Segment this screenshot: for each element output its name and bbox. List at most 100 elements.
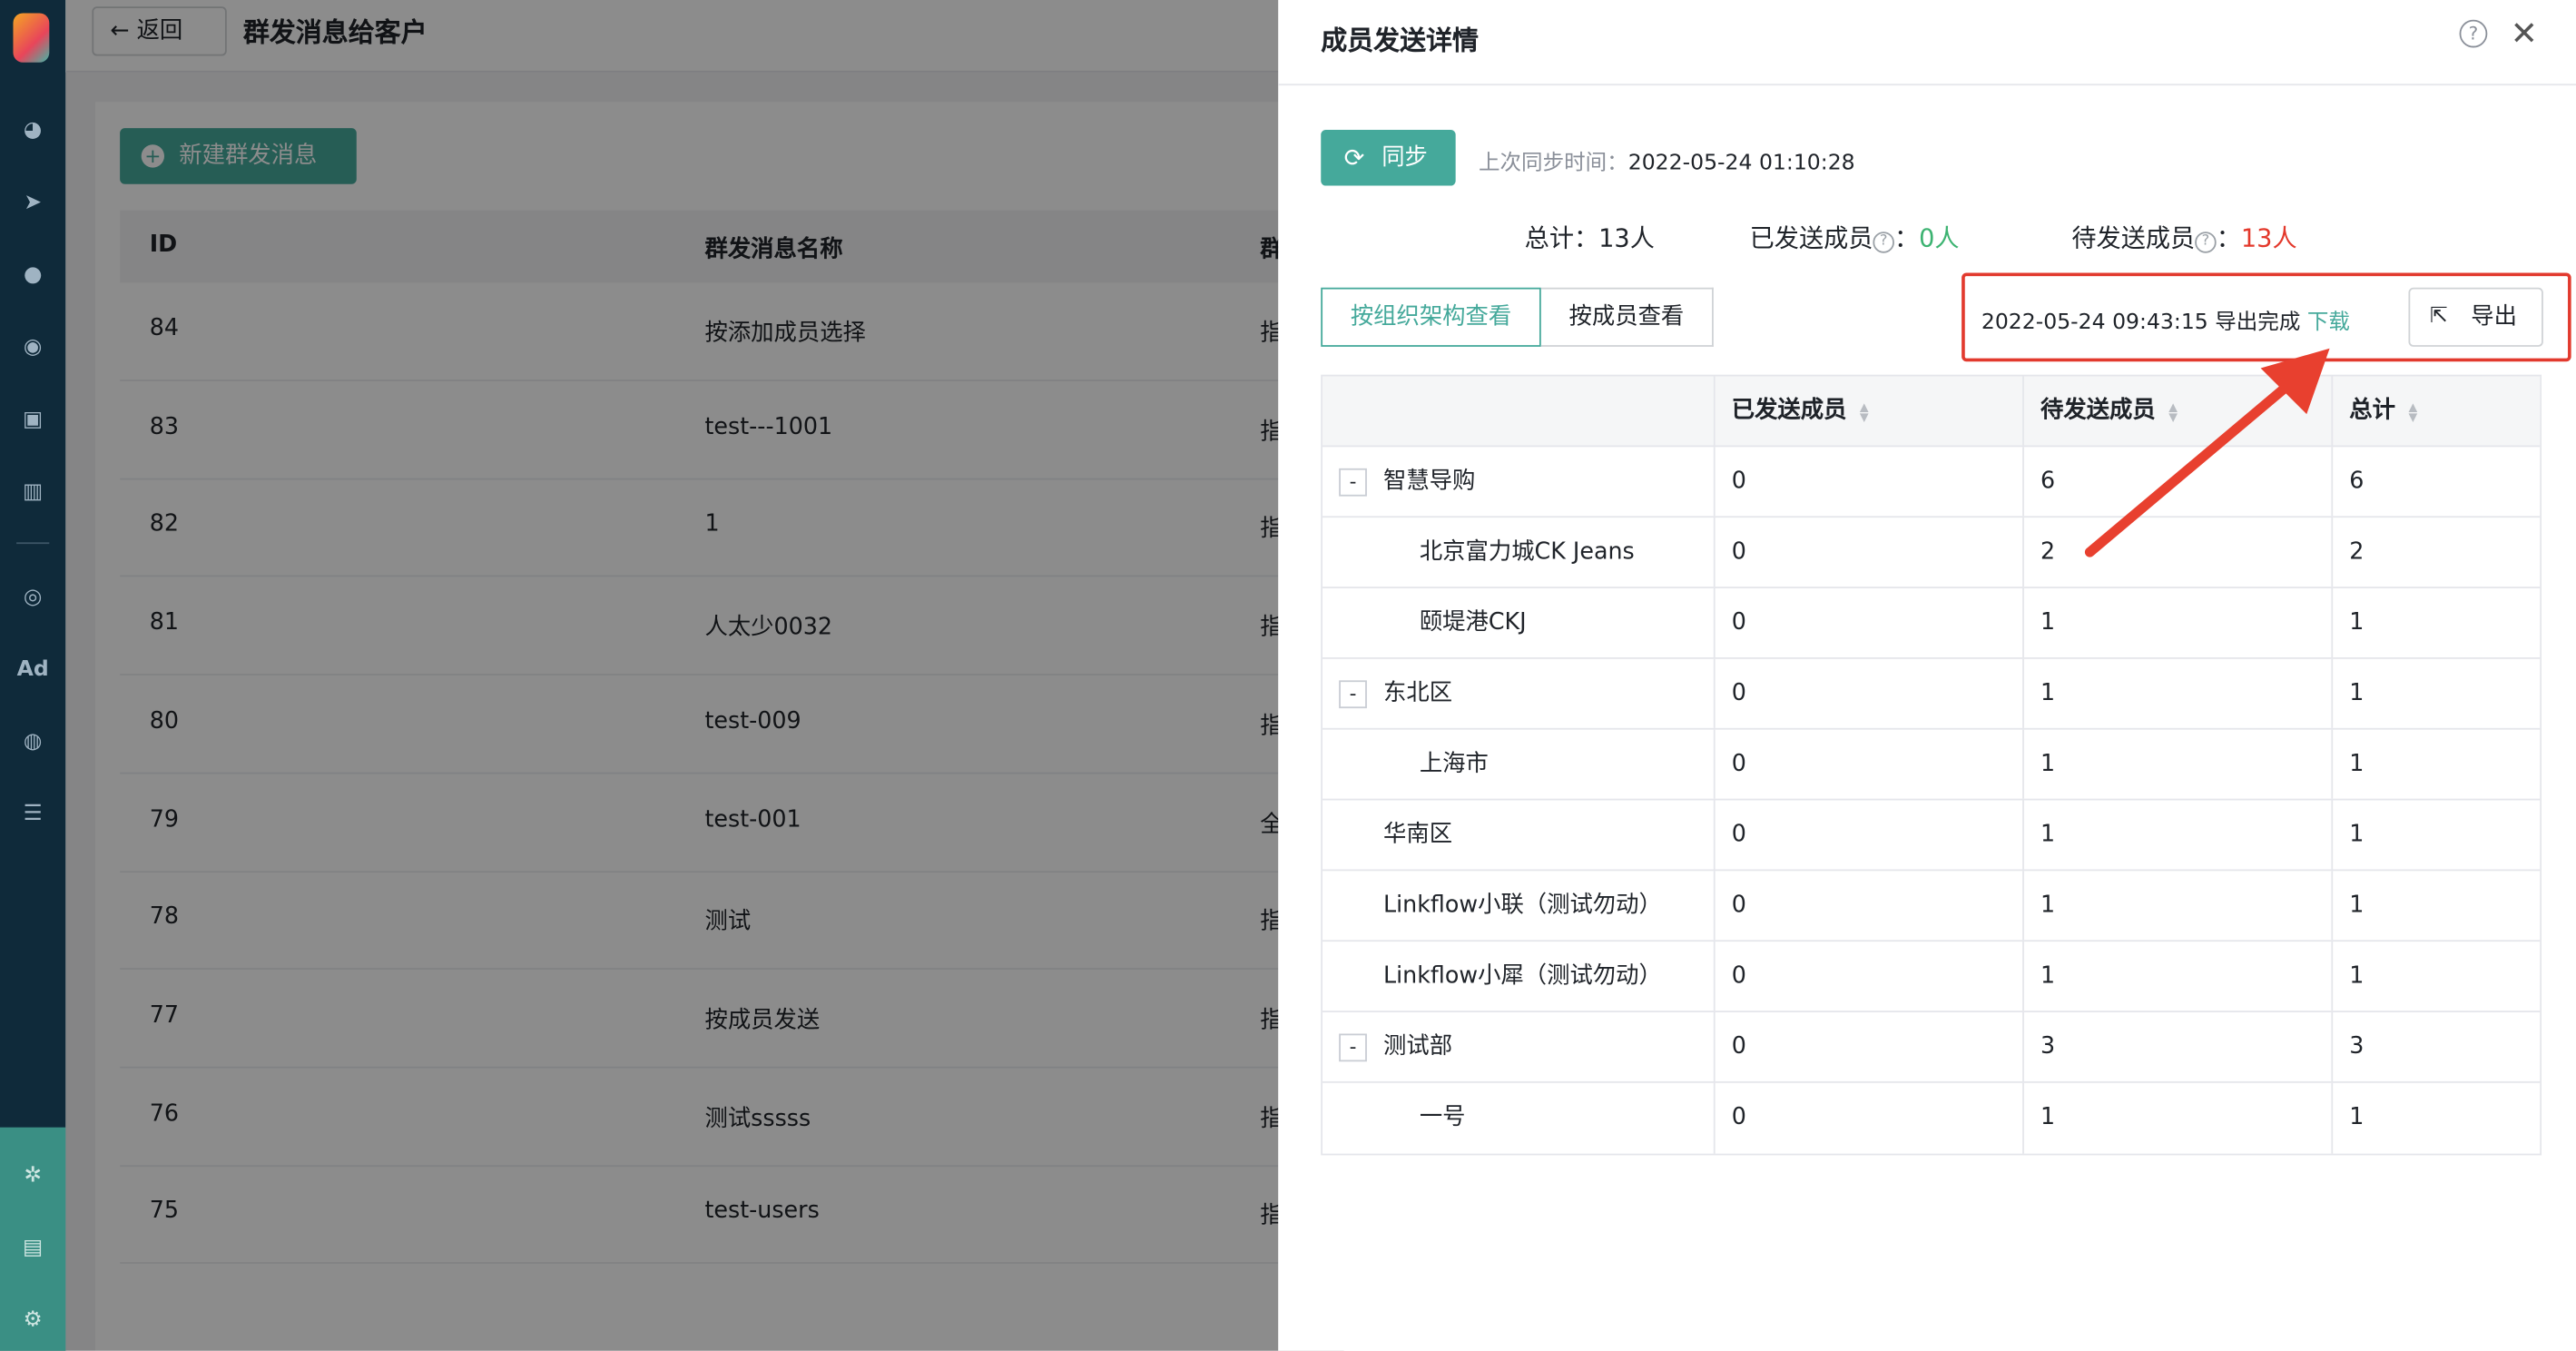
sent-cell: 0 xyxy=(1713,447,2022,517)
pending-cell: 1 xyxy=(2022,587,2331,657)
sent-cell: 0 xyxy=(1713,800,2022,870)
header-sent[interactable]: 已发送成员 ▲ ▼ xyxy=(1713,376,2022,446)
wechat-icon[interactable]: ◎ xyxy=(16,582,49,615)
org-name: 上海市 xyxy=(1419,751,1489,778)
total-cell: 3 xyxy=(2331,1011,2542,1081)
sent-cell: 0 xyxy=(1713,729,2022,799)
pending-cell: 1 xyxy=(2022,658,2331,728)
table-row: 一号 0 1 1 xyxy=(1322,1082,2542,1154)
org-name: 颐堤港CKJ xyxy=(1419,609,1527,636)
tab-by-member[interactable]: 按成员查看 xyxy=(1540,287,1714,347)
collapse-icon[interactable]: - xyxy=(1339,468,1367,497)
table-row: - 测试部 0 3 3 xyxy=(1322,1011,2542,1083)
users-icon[interactable]: ◉ xyxy=(16,332,49,365)
sent-cell: 0 xyxy=(1713,871,2022,941)
sync-time-label: 上次同步时间： xyxy=(1479,151,1628,176)
org-name: 华南区 xyxy=(1383,822,1453,848)
org-name-cell: 上海市 xyxy=(1322,730,1714,799)
user-icon[interactable]: ● xyxy=(16,260,49,292)
org-name: 北京富力城CK Jeans xyxy=(1419,538,1635,566)
ad-icon[interactable]: Ad xyxy=(16,654,49,686)
total-cell: 6 xyxy=(2331,447,2542,517)
target-icon[interactable]: ◍ xyxy=(16,726,49,759)
org-name: Linkflow小犀（测试勿动） xyxy=(1383,962,1662,990)
question-icon[interactable]: ? xyxy=(2195,232,2217,253)
export-button[interactable]: ⇱ 导出 xyxy=(2408,287,2543,347)
pending-cell: 1 xyxy=(2022,871,2331,941)
share-icon[interactable]: ✲ xyxy=(16,1160,49,1193)
bookmark-icon[interactable]: ▣ xyxy=(16,404,49,437)
gear-icon[interactable]: ⚙ xyxy=(16,1305,49,1337)
header-total-label: 总计 xyxy=(2349,398,2395,424)
org-name-cell: - 东北区 xyxy=(1322,659,1714,728)
help-icon[interactable]: ? xyxy=(2459,19,2488,48)
table-row: Linkflow小联（测试勿动） 0 1 1 xyxy=(1322,871,2542,942)
tab-by-org[interactable]: 按组织架构查看 xyxy=(1321,287,1541,347)
send-icon[interactable]: ➤ xyxy=(16,187,49,220)
pending-cell: 3 xyxy=(2022,1011,2331,1081)
sent-cell: 0 xyxy=(1713,658,2022,728)
pending-cell: 1 xyxy=(2022,942,2331,1011)
org-name-cell: 颐堤港CKJ xyxy=(1322,588,1714,657)
header-name xyxy=(1322,376,1714,445)
refresh-icon: ⟳ xyxy=(1343,143,1365,173)
org-name-cell: - 智慧导购 xyxy=(1322,447,1714,516)
table-row: 北京富力城CK Jeans 0 2 2 xyxy=(1322,518,2541,588)
total-cell: 1 xyxy=(2331,1082,2542,1154)
sort-icon[interactable]: ▲ ▼ xyxy=(1860,402,1869,424)
sent-cell: 0 xyxy=(1713,942,2022,1011)
nav-bottom-group: ✲ ▤ ⚙ xyxy=(0,1127,66,1351)
sent-value: 0人 xyxy=(1919,223,1960,253)
close-icon[interactable]: ✕ xyxy=(2511,13,2538,52)
total-label: 总计： xyxy=(1524,223,1599,253)
org-name-cell: 华南区 xyxy=(1322,800,1714,869)
sent-label: 已发送成员 xyxy=(1749,223,1873,253)
modal-overlay[interactable] xyxy=(65,0,1344,1351)
total-cell: 1 xyxy=(2331,729,2542,799)
export-icon: ⇱ xyxy=(2429,303,2448,329)
org-name: 测试部 xyxy=(1383,1033,1453,1060)
total-cell: 1 xyxy=(2331,587,2542,657)
question-icon[interactable]: ? xyxy=(1873,232,1894,253)
view-tabs: 按组织架构查看 按成员查看 xyxy=(1321,287,1714,347)
header-total[interactable]: 总计 ▲ ▼ xyxy=(2331,376,2542,446)
table-row: 上海市 0 1 1 xyxy=(1322,729,2542,801)
sent-cell: 0 xyxy=(1713,518,2022,587)
org-name-cell: 一号 xyxy=(1322,1083,1714,1154)
list-icon[interactable]: ☰ xyxy=(16,799,49,832)
collapse-icon[interactable]: - xyxy=(1339,680,1367,709)
pending-cell: 1 xyxy=(2022,1082,2331,1154)
pending-cell: 1 xyxy=(2022,800,2331,870)
sync-button[interactable]: ⟳ 同步 xyxy=(1321,129,1456,186)
total-cell: 1 xyxy=(2331,800,2542,870)
sent-cell: 0 xyxy=(1713,587,2022,657)
org-name-cell: Linkflow小犀（测试勿动） xyxy=(1322,942,1714,1011)
sent-stat: 已发送成员? ：0人 xyxy=(1749,223,1960,253)
sync-time-value: 2022-05-24 01:10:28 xyxy=(1627,151,1855,176)
org-name: 东北区 xyxy=(1383,680,1453,707)
total-cell: 1 xyxy=(2331,871,2542,941)
org-name-cell: 北京富力城CK Jeans xyxy=(1322,518,1714,587)
server-icon[interactable]: ▤ xyxy=(16,1233,49,1266)
send-detail-table: 已发送成员 ▲ ▼ 待发送成员 ▲ ▼ 总计 ▲ ▼ - 智慧导购 0 6 6 北京富力城CK Jea… xyxy=(1321,374,2542,1156)
sync-label: 同步 xyxy=(1381,144,1428,172)
sent-cell: 0 xyxy=(1713,1011,2022,1081)
org-name-cell: - 测试部 xyxy=(1322,1012,1714,1081)
bar-chart-icon[interactable]: ▥ xyxy=(16,477,49,509)
org-name-cell: Linkflow小联（测试勿动） xyxy=(1322,871,1714,940)
total-value: 13人 xyxy=(1598,223,1655,253)
org-name: 一号 xyxy=(1419,1104,1466,1131)
pending-stat: 待发送成员? ：13人 xyxy=(2071,223,2297,253)
total-cell: 1 xyxy=(2331,942,2542,1011)
export-label: 导出 xyxy=(2471,303,2517,330)
app-logo[interactable] xyxy=(13,13,50,63)
collapse-icon[interactable]: - xyxy=(1339,1033,1367,1062)
member-send-drawer: 成员发送详情 ? ✕ ⟳ 同步 上次同步时间：2022-05-24 01:10:2… xyxy=(1278,0,2576,1351)
pending-cell: 1 xyxy=(2022,729,2331,799)
pending-value: 13人 xyxy=(2240,223,2297,253)
dashboard-icon[interactable]: ◕ xyxy=(16,115,49,148)
org-name: 智慧导购 xyxy=(1383,468,1476,495)
header-sent-label: 已发送成员 xyxy=(1731,398,1847,424)
sort-icon[interactable]: ▲ ▼ xyxy=(2408,402,2417,424)
org-name: Linkflow小联（测试勿动） xyxy=(1383,892,1662,919)
